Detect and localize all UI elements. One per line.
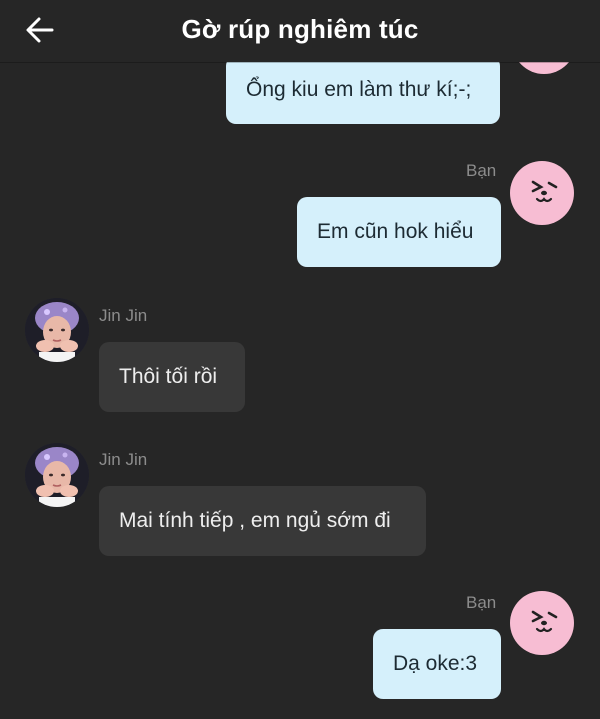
person-photo-icon xyxy=(25,298,89,362)
bear-face-icon xyxy=(531,180,558,203)
message-bubble[interactable]: Dạ oke:3 xyxy=(373,629,501,699)
chat-screen: Gờ rúp nghiêm túc Ổng kiu em làm thư kí;… xyxy=(0,0,600,719)
sender-name: Jin Jin xyxy=(99,306,148,325)
own-avatar[interactable] xyxy=(510,591,574,655)
chat-header: Gờ rúp nghiêm túc xyxy=(0,0,600,62)
message-bubble[interactable]: Mai tính tiếp , em ngủ sớm đi xyxy=(99,486,426,556)
own-avatar[interactable] xyxy=(510,161,574,225)
sender-name: Bạn xyxy=(466,593,497,612)
message-bubble[interactable]: Ổng kiu em làm thư kí;-; xyxy=(226,56,500,124)
sender-name: Jin Jin xyxy=(99,450,148,469)
message-text: Em cũn hok hiểu xyxy=(317,220,474,244)
message-text: Mai tính tiếp , em ngủ sớm đi xyxy=(119,509,391,533)
conversation-title: Gờ rúp nghiêm túc xyxy=(181,14,419,44)
sender-name: Bạn xyxy=(466,161,497,180)
person-photo-icon xyxy=(25,443,89,507)
contact-avatar[interactable] xyxy=(25,443,89,507)
message-text: Dạ oke:3 xyxy=(393,652,478,676)
message-text: Ổng kiu em làm thư kí;-; xyxy=(246,78,472,102)
bear-face-icon xyxy=(531,610,558,633)
contact-avatar[interactable] xyxy=(25,298,89,362)
message-text: Thôi tối rồi xyxy=(119,365,218,389)
message-bubble[interactable]: Em cũn hok hiểu xyxy=(297,197,501,267)
message-bubble[interactable]: Thôi tối rồi xyxy=(99,342,245,412)
